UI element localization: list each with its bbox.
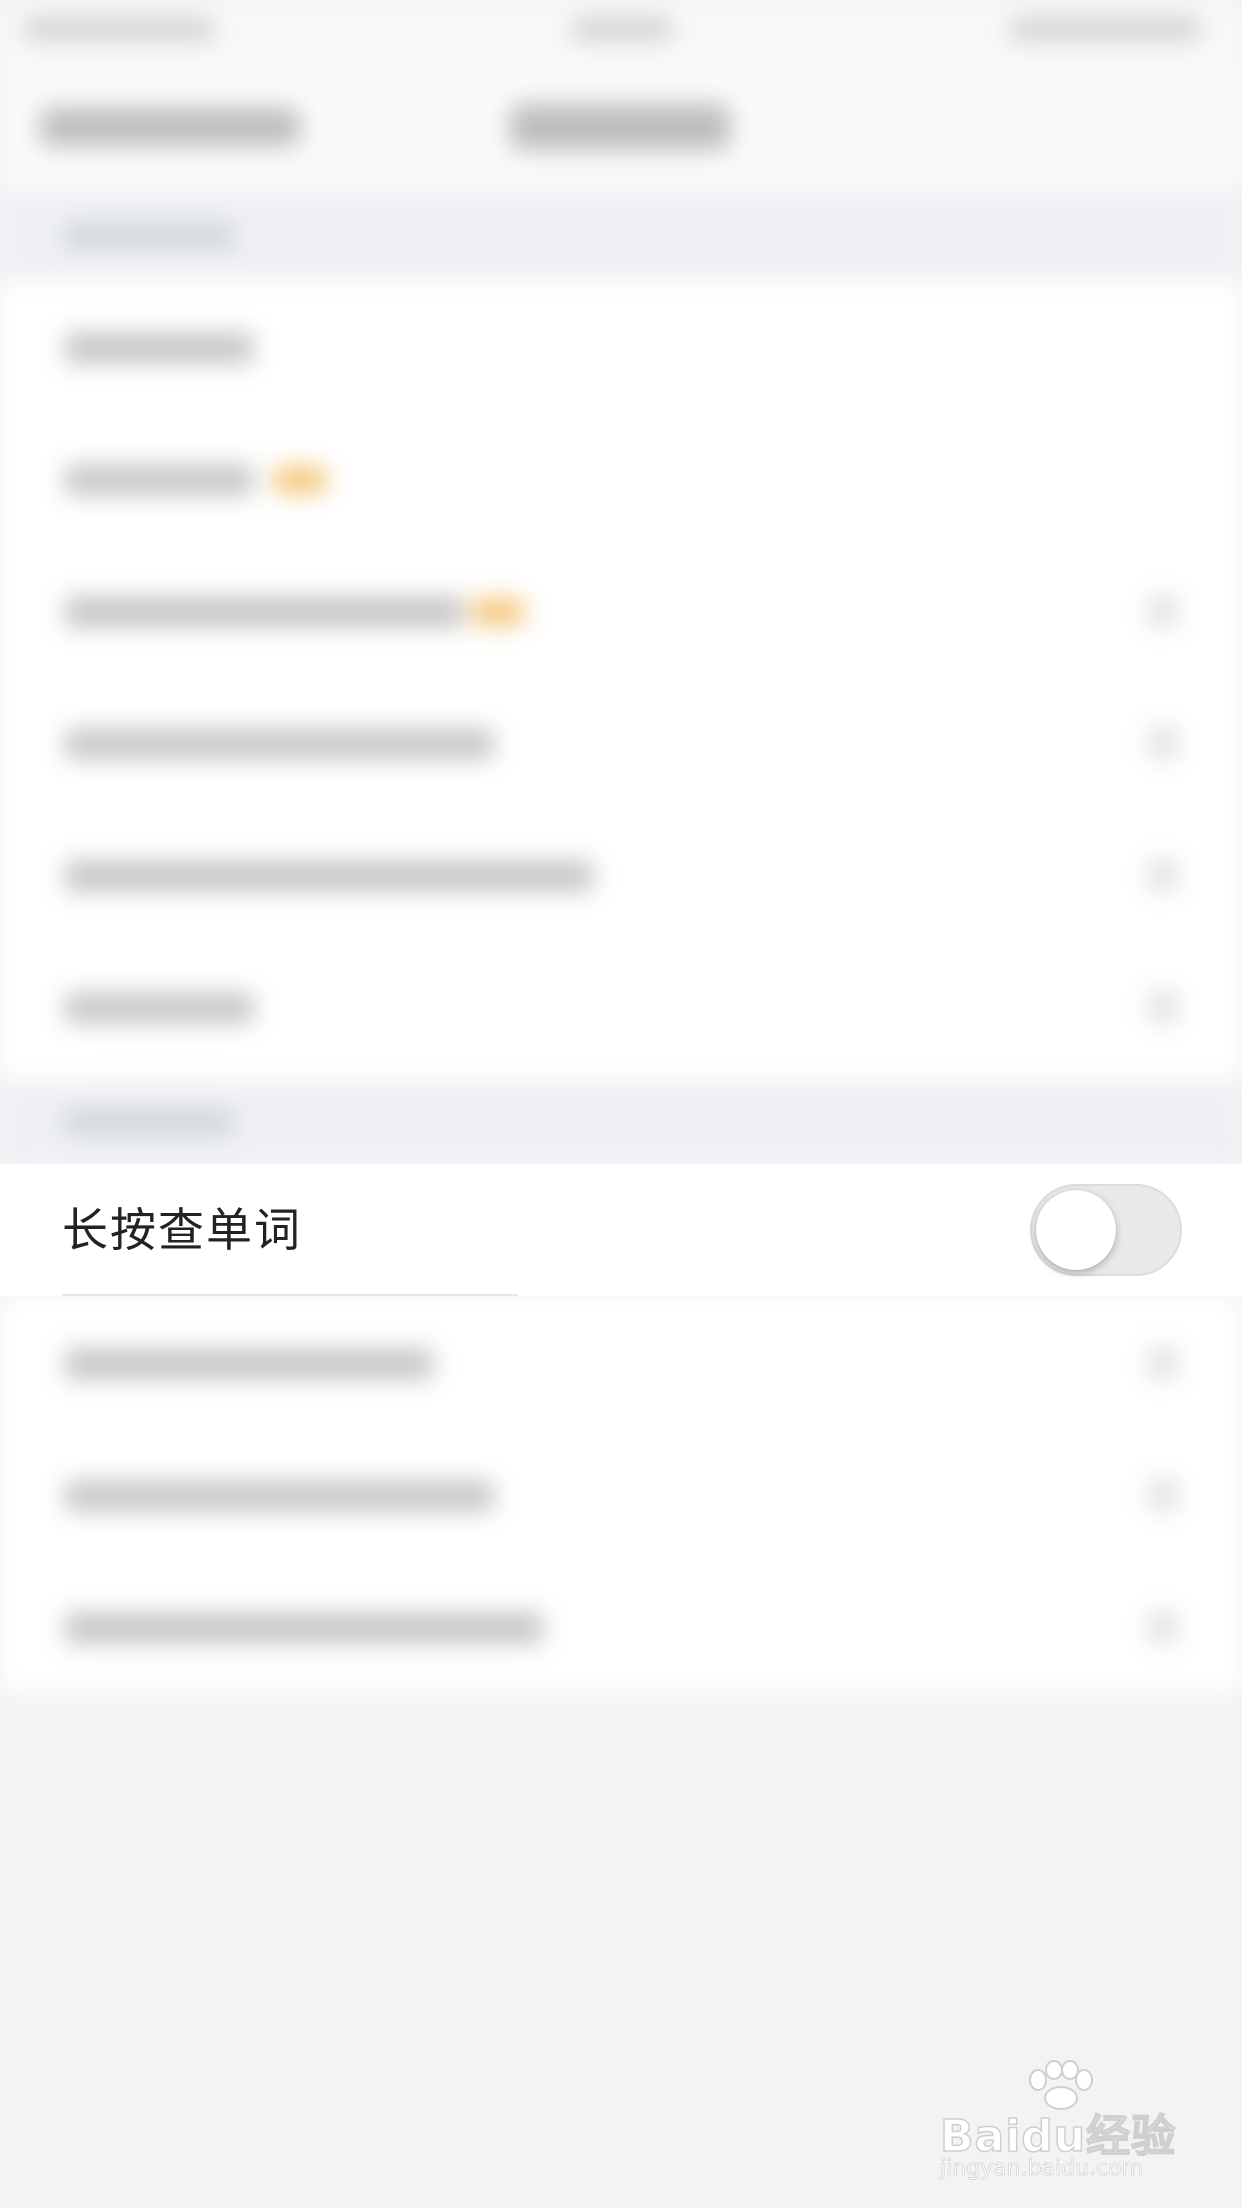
settings-card-2: [0, 1296, 1242, 1692]
new-badge: [272, 466, 328, 494]
list-item[interactable]: [0, 280, 1242, 412]
chevron-right-icon: [1148, 990, 1178, 1024]
row-divider: [62, 1294, 518, 1296]
watermark-brand: Baidu经验: [939, 2110, 1177, 2163]
chevron-right-icon: [1148, 858, 1178, 892]
watermark: Baidu经验 jingyan.baidu.com: [939, 2060, 1180, 2182]
back-button[interactable]: [40, 108, 300, 146]
toggle-knob: [1036, 1190, 1116, 1270]
status-right-block: [1010, 18, 1200, 40]
long-press-lookup-label: 长按查单词: [62, 1203, 302, 1257]
list-item[interactable]: [0, 940, 1242, 1072]
list-item[interactable]: [0, 544, 1242, 676]
list-item[interactable]: [0, 808, 1242, 940]
status-center-block: [572, 18, 672, 40]
chevron-right-icon: [1148, 594, 1178, 628]
list-item[interactable]: [0, 412, 1242, 544]
list-item[interactable]: [0, 1428, 1242, 1560]
page-title: [510, 104, 730, 150]
settings-card-1: [0, 280, 1242, 1080]
blurred-background: [0, 0, 1242, 2208]
long-press-lookup-toggle[interactable]: [1030, 1184, 1182, 1276]
status-bar: [0, 0, 1242, 60]
chevron-right-icon: [1148, 1346, 1178, 1380]
nav-bar: [0, 60, 1242, 190]
status-left-block: [24, 18, 214, 40]
long-press-lookup-row: 长按查单词: [0, 1164, 1242, 1296]
chevron-right-icon: [1148, 1610, 1178, 1644]
chevron-right-icon: [1148, 726, 1178, 760]
section-header-1: [0, 190, 1242, 280]
list-item[interactable]: [0, 1296, 1242, 1428]
list-item[interactable]: [0, 1560, 1242, 1692]
watermark-url: jingyan.baidu.com: [940, 2156, 1144, 2182]
new-badge: [470, 598, 526, 626]
list-item[interactable]: [0, 676, 1242, 808]
chevron-right-icon: [1148, 1478, 1178, 1512]
section-header-2: [0, 1080, 1242, 1164]
